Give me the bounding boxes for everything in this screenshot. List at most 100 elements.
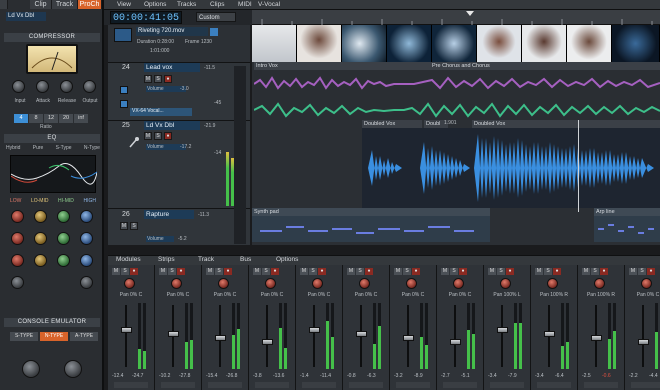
volume-fader[interactable]: [121, 327, 132, 333]
volume-fader[interactable]: [403, 335, 414, 341]
solo-button[interactable]: S: [403, 268, 411, 275]
volume-fader[interactable]: [262, 339, 273, 345]
console-ntype-button[interactable]: N-TYPE: [40, 332, 68, 341]
mute-button[interactable]: M: [253, 268, 261, 275]
eq-high-freq-knob[interactable]: [80, 232, 93, 245]
eq-lpf-knob[interactable]: [80, 276, 93, 289]
mute-button[interactable]: M: [206, 268, 214, 275]
track-name-slot[interactable]: [490, 382, 524, 388]
ratio-12-button[interactable]: 12: [44, 114, 58, 123]
channel-strip[interactable]: M S ● Pan 0% C -12.4 -24.7: [108, 265, 155, 390]
ratio-20-button[interactable]: 20: [59, 114, 73, 123]
record-arm-button[interactable]: ●: [553, 268, 561, 275]
menu-midi[interactable]: MIDI: [235, 0, 255, 10]
channel-strip[interactable]: M S ● Pan 0% C -15.4 -26.8: [202, 265, 249, 390]
ratio-8-button[interactable]: 8: [29, 114, 43, 123]
solo-button[interactable]: S: [497, 268, 505, 275]
volume-fader[interactable]: [638, 339, 649, 345]
record-arm-button[interactable]: ●: [177, 268, 185, 275]
channel-strip[interactable]: M S ● Pan 0% C -3.2 -8.9: [390, 265, 437, 390]
record-arm-button[interactable]: ●: [164, 75, 172, 83]
eq-high-gain-knob[interactable]: [80, 210, 93, 223]
eq-himid-q-knob[interactable]: [57, 254, 70, 267]
mute-button[interactable]: M: [120, 222, 128, 230]
volume-fader[interactable]: [544, 331, 555, 337]
record-arm-button[interactable]: ●: [600, 268, 608, 275]
layout-preset-dropdown[interactable]: Custom: [196, 12, 236, 22]
mute-button[interactable]: M: [159, 268, 167, 275]
eq-mode-ntype[interactable]: N-Type: [84, 145, 100, 153]
clip-header[interactable]: Doubled Vox: [362, 120, 422, 128]
channel-strip[interactable]: M S ● Pan 0% C -2.7 -5.1: [437, 265, 484, 390]
eq-high-q-knob[interactable]: [80, 254, 93, 267]
channel-strip[interactable]: M S ● Pan 100% L -3.4 -7.9: [484, 265, 531, 390]
clip-header[interactable]: Doubled Vox: [472, 120, 660, 128]
clip-header[interactable]: Arp line: [594, 208, 660, 216]
clip-body[interactable]: [252, 216, 490, 242]
clip-body[interactable]: [594, 216, 660, 242]
now-time-marker[interactable]: [578, 120, 579, 212]
clip-header[interactable]: Synth pad: [252, 208, 490, 216]
console-menu-bus[interactable]: Bus: [240, 255, 251, 265]
mute-button[interactable]: M: [144, 132, 152, 140]
solo-button[interactable]: S: [168, 268, 176, 275]
channel-strip[interactable]: M S ● Pan 100% R -3.4 -6.4: [531, 265, 578, 390]
clip-body[interactable]: [253, 70, 660, 120]
volume-fader[interactable]: [215, 335, 226, 341]
solo-button[interactable]: S: [544, 268, 552, 275]
console-menu-strips[interactable]: Strips: [158, 255, 175, 265]
record-arm-button[interactable]: ●: [412, 268, 420, 275]
eq-hpf-knob[interactable]: [11, 276, 24, 289]
pan-knob[interactable]: [453, 278, 464, 289]
eq-low-gain-knob[interactable]: [11, 210, 24, 223]
eq-mode-hybrid[interactable]: Hybrid: [6, 145, 20, 153]
eq-mode-stype[interactable]: S-Type: [56, 145, 72, 153]
channel-strip[interactable]: M S ● Pan 100% R -2.5 -0.6: [578, 265, 625, 390]
eq-lomid-gain-knob[interactable]: [34, 210, 47, 223]
record-arm-button[interactable]: ●: [130, 268, 138, 275]
solo-button[interactable]: S: [154, 75, 162, 83]
pan-knob[interactable]: [218, 278, 229, 289]
console-menu-options[interactable]: Options: [276, 255, 298, 265]
record-arm-button[interactable]: ●: [318, 268, 326, 275]
clip-header[interactable]: Pre Chorus and Chorus: [430, 62, 660, 70]
track-name[interactable]: Lead vox: [144, 63, 200, 72]
mute-button[interactable]: M: [144, 75, 152, 83]
track-name-slot[interactable]: [537, 382, 571, 388]
channel-strip[interactable]: M S ● Pan 0% C -1.4 -11.4: [296, 265, 343, 390]
solo-button[interactable]: S: [262, 268, 270, 275]
console-atype-button[interactable]: A-TYPE: [70, 332, 98, 341]
track-name-slot[interactable]: [302, 382, 336, 388]
track-edit-icon[interactable]: [120, 86, 128, 94]
track-fx-bin[interactable]: VX-64 Vocal...: [130, 108, 192, 116]
record-arm-button[interactable]: ●: [271, 268, 279, 275]
pan-knob[interactable]: [594, 278, 605, 289]
video-settings-icon[interactable]: [210, 28, 218, 36]
console-menu-track[interactable]: Track: [198, 255, 214, 265]
volume-fader[interactable]: [591, 335, 602, 341]
volume-fader[interactable]: [309, 327, 320, 333]
pan-knob[interactable]: [500, 278, 511, 289]
solo-button[interactable]: S: [130, 222, 138, 230]
track-name[interactable]: Rapture: [144, 210, 194, 219]
clip-header[interactable]: Intro Vox: [254, 62, 430, 70]
comp-release-knob[interactable]: [60, 80, 73, 93]
console-stype-button[interactable]: S-TYPE: [10, 332, 38, 341]
pan-knob[interactable]: [547, 278, 558, 289]
record-arm-button[interactable]: ●: [224, 268, 232, 275]
volume-fader[interactable]: [450, 339, 461, 345]
timeline-ruler[interactable]: [252, 10, 660, 25]
pan-knob[interactable]: [171, 278, 182, 289]
console-trim-knob[interactable]: [64, 360, 82, 378]
track-name-slot[interactable]: [631, 382, 660, 388]
mute-button[interactable]: M: [394, 268, 402, 275]
channel-strip[interactable]: M S ● Pan 0% C -2.2 -4.4: [625, 265, 660, 390]
console-menu-modules[interactable]: Modules: [116, 255, 141, 265]
clip-body[interactable]: [362, 128, 660, 208]
console-drive-knob[interactable]: [22, 360, 40, 378]
eq-himid-freq-knob[interactable]: [57, 232, 70, 245]
track-name-slot[interactable]: [443, 382, 477, 388]
tab-prochannel[interactable]: ProCh: [78, 0, 102, 9]
pan-knob[interactable]: [641, 278, 652, 289]
solo-button[interactable]: S: [121, 268, 129, 275]
